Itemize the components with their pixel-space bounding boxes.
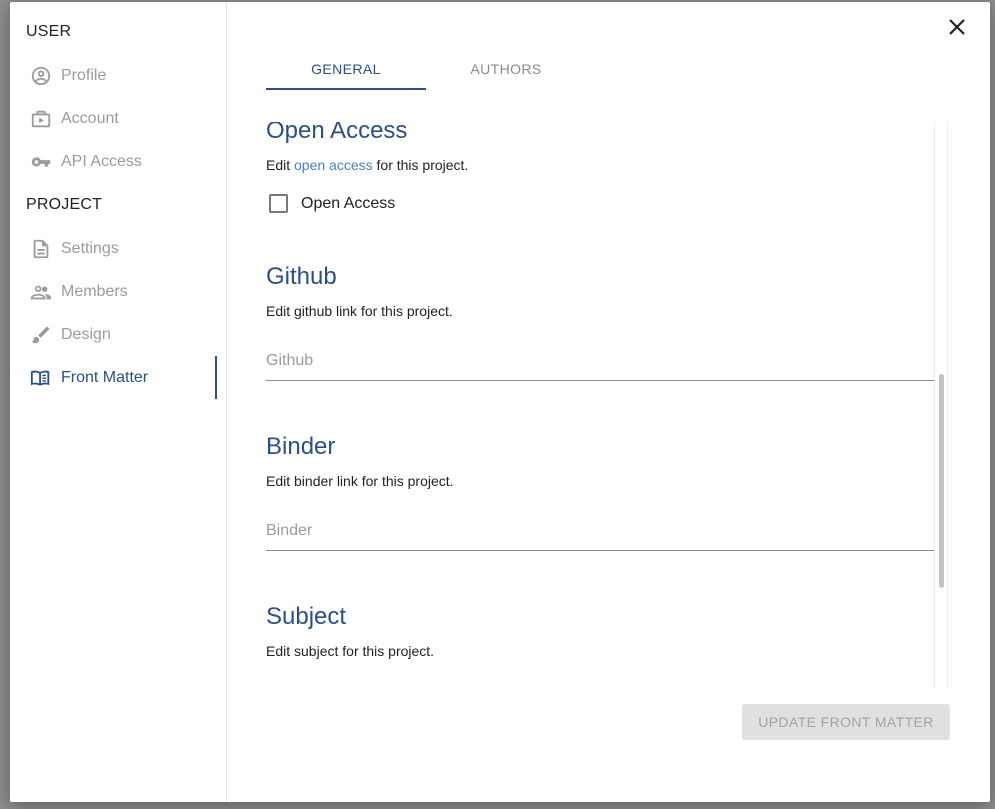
- settings-modal: USER Profile Account API Access PROJECT: [10, 2, 990, 802]
- binder-field: [266, 516, 934, 551]
- sidebar-item-account[interactable]: Account: [26, 99, 226, 139]
- desc-text: Edit: [266, 157, 295, 173]
- github-input[interactable]: [266, 346, 934, 376]
- github-description: Edit github link for this project.: [266, 303, 453, 319]
- desc-text: for this project.: [372, 157, 469, 173]
- sidebar-item-front-matter[interactable]: Front Matter: [26, 358, 226, 398]
- subject-description: Edit subject for this project.: [266, 643, 435, 659]
- binder-input[interactable]: [266, 516, 934, 546]
- sidebar-item-label: Profile: [61, 67, 107, 84]
- subject-heading: Subject: [266, 603, 347, 630]
- tab-general[interactable]: GENERAL: [266, 48, 426, 90]
- book-icon: [30, 367, 52, 389]
- sidebar-item-settings[interactable]: Settings: [26, 229, 226, 269]
- binder-description: Edit binder link for this project.: [266, 473, 454, 489]
- sidebar-item-label: Front Matter: [61, 369, 149, 386]
- front-matter-content: Open Access Edit open access for this pr…: [266, 122, 954, 688]
- open-access-checkbox-label: Open Access: [301, 194, 396, 212]
- sidebar-item-members[interactable]: Members: [26, 272, 226, 312]
- sidebar-item-label: Settings: [61, 240, 119, 257]
- update-front-matter-button[interactable]: UPDATE FRONT MATTER: [742, 704, 950, 740]
- brush-icon: [30, 324, 52, 346]
- document-icon: [30, 238, 52, 260]
- close-icon: [949, 19, 965, 35]
- open-access-description: Edit open access for this project.: [266, 157, 468, 173]
- tab-indicator: [266, 88, 426, 90]
- open-access-link[interactable]: open access: [294, 157, 373, 173]
- sidebar: USER Profile Account API Access PROJECT: [10, 2, 227, 802]
- github-field: [266, 346, 934, 381]
- briefcase-icon: [30, 108, 52, 130]
- sidebar-item-label: Account: [61, 110, 119, 127]
- key-icon: [30, 151, 52, 173]
- open-access-checkbox-row[interactable]: Open Access: [266, 194, 395, 213]
- open-access-checkbox[interactable]: [269, 194, 288, 213]
- sidebar-item-label: Design: [61, 326, 111, 343]
- sidebar-item-label: API Access: [61, 153, 142, 170]
- active-indicator: [215, 356, 217, 399]
- open-access-heading: Open Access: [266, 122, 408, 144]
- sidebar-section-user: USER: [26, 23, 72, 40]
- sidebar-item-label: Members: [61, 283, 128, 300]
- content-scrollbar[interactable]: [934, 122, 948, 688]
- sidebar-item-profile[interactable]: Profile: [26, 56, 226, 96]
- people-icon: [30, 281, 52, 303]
- scrollbar-thumb[interactable]: [939, 374, 944, 588]
- tab-authors[interactable]: AUTHORS: [426, 48, 586, 90]
- binder-heading: Binder: [266, 433, 336, 460]
- sidebar-section-project: PROJECT: [26, 196, 103, 213]
- account-circle-icon: [30, 65, 52, 87]
- sidebar-item-design[interactable]: Design: [26, 315, 226, 355]
- close-button[interactable]: [945, 15, 969, 39]
- sidebar-item-api-access[interactable]: API Access: [26, 142, 226, 182]
- github-heading: Github: [266, 263, 337, 290]
